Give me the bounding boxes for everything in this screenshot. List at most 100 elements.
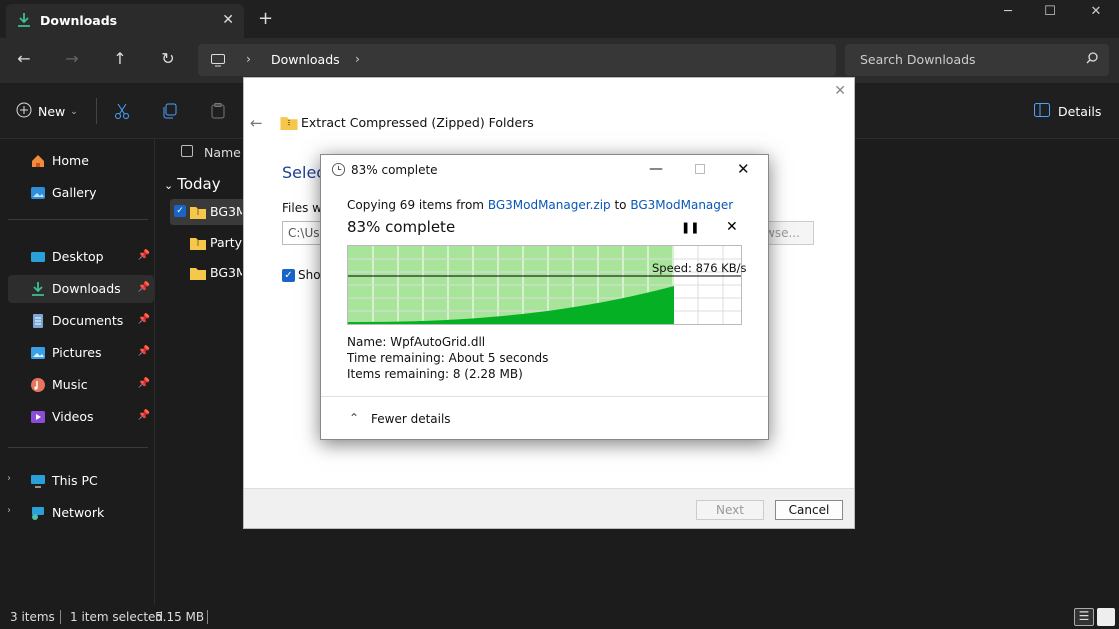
- pin-icon[interactable]: 📌: [138, 346, 150, 357]
- pin-icon[interactable]: 📌: [138, 410, 150, 421]
- pin-icon[interactable]: 📌: [138, 378, 150, 389]
- back-arrow-icon[interactable]: ←: [250, 114, 263, 132]
- chevron-right-icon[interactable]: ›: [7, 473, 11, 484]
- music-icon: [30, 377, 46, 393]
- tab-downloads[interactable]: Downloads ✕: [6, 4, 244, 38]
- pin-icon[interactable]: 📌: [138, 282, 150, 293]
- gallery-icon: [30, 185, 46, 201]
- select-all-checkbox[interactable]: [181, 145, 193, 157]
- documents-icon: [30, 313, 46, 329]
- transfer-speed-graph: [347, 245, 742, 325]
- sidebar-item-label: This PC: [52, 473, 98, 488]
- zip-folder-icon: [280, 115, 298, 133]
- minimize-button[interactable]: —: [649, 161, 663, 177]
- sidebar-item-this-pc[interactable]: › This PC: [7, 467, 154, 495]
- maximize-button[interactable]: [695, 164, 705, 174]
- cancel-copy-button[interactable]: ✕: [726, 219, 738, 235]
- sidebar-item-pictures[interactable]: Pictures 📌: [8, 339, 154, 367]
- cancel-button[interactable]: Cancel: [775, 500, 843, 520]
- status-divider: [207, 610, 208, 624]
- toolbar-divider: [96, 98, 97, 124]
- wizard-title: Extract Compressed (Zipped) Folders: [301, 115, 534, 130]
- sidebar-item-label: Desktop: [52, 249, 104, 264]
- details-view-icon[interactable]: ☰: [1074, 608, 1094, 626]
- show-files-checkbox[interactable]: ✓: [282, 269, 295, 282]
- file-row[interactable]: BG3M: [170, 260, 250, 286]
- zip-folder-icon: [190, 236, 206, 253]
- new-button[interactable]: New ⌄: [16, 102, 78, 121]
- percent-complete: 83% complete: [347, 218, 456, 236]
- sidebar-item-home[interactable]: Home: [8, 147, 154, 175]
- plus-circle-icon: [16, 102, 32, 121]
- address-bar[interactable]: › Downloads ›: [198, 44, 836, 76]
- sidebar-item-music[interactable]: Music 📌: [8, 371, 154, 399]
- up-button[interactable]: ↑: [108, 49, 132, 73]
- time-remaining: Time remaining: About 5 seconds: [347, 351, 549, 365]
- chevron-down-icon: ⌄: [164, 179, 174, 192]
- videos-icon: [30, 409, 46, 425]
- file-name: BG3M: [210, 265, 242, 280]
- download-icon: [30, 281, 46, 297]
- minimize-button[interactable]: ─: [988, 4, 1028, 24]
- close-window-button[interactable]: ✕: [1076, 4, 1116, 24]
- sidebar-item-label: Network: [52, 505, 105, 520]
- group-label: Today: [177, 175, 221, 193]
- sidebar-item-network[interactable]: › Network: [7, 499, 154, 527]
- maximize-button[interactable]: ☐: [1030, 4, 1070, 24]
- clock-icon: [331, 162, 346, 180]
- fewer-details-button[interactable]: Fewer details: [371, 412, 451, 426]
- monitor-icon: [210, 52, 226, 71]
- sidebar-item-documents[interactable]: Documents 📌: [8, 307, 154, 335]
- copy-icon[interactable]: [161, 102, 179, 123]
- files-label: Files wi: [282, 201, 326, 215]
- details-button[interactable]: Details: [1034, 103, 1101, 120]
- sidebar-item-downloads[interactable]: Downloads 📌: [8, 275, 154, 303]
- zip-folder-icon: [190, 205, 206, 222]
- pc-icon: [30, 473, 46, 489]
- file-name: Party L: [210, 235, 242, 250]
- next-button[interactable]: Next: [696, 500, 764, 520]
- chevron-up-icon[interactable]: ⌃: [349, 411, 359, 425]
- group-header-today[interactable]: ⌄ Today: [164, 175, 221, 193]
- chevron-right-icon[interactable]: ›: [355, 51, 360, 66]
- sidebar-item-label: Documents: [52, 313, 124, 328]
- forward-button[interactable]: →: [60, 49, 84, 73]
- close-icon[interactable]: ✕: [834, 83, 846, 99]
- tab-close-icon[interactable]: ✕: [222, 12, 234, 28]
- network-icon: [30, 505, 46, 521]
- sidebar-item-videos[interactable]: Videos 📌: [8, 403, 154, 431]
- pause-button[interactable]: ❚❚: [681, 221, 699, 234]
- chevron-right-icon[interactable]: ›: [7, 505, 11, 516]
- title-bar: Downloads ✕ + ─ ☐ ✕: [0, 0, 1119, 38]
- pictures-icon: [30, 345, 46, 361]
- close-dialog-button[interactable]: ✕: [737, 160, 750, 178]
- home-icon: [30, 153, 46, 169]
- navigation-pane: Home Gallery Desktop 📌 Downloads 📌 Docum…: [0, 139, 155, 605]
- sidebar-item-gallery[interactable]: Gallery: [8, 179, 154, 207]
- chevron-right-icon: ›: [246, 51, 251, 66]
- source-link[interactable]: BG3ModManager.zip: [488, 198, 611, 212]
- file-row[interactable]: Party L: [170, 230, 250, 256]
- column-header-name[interactable]: Name: [204, 145, 241, 160]
- tab-title: Downloads: [40, 13, 118, 28]
- sidebar-item-label: Videos: [52, 409, 94, 424]
- desktop-icon: [30, 249, 46, 265]
- cut-icon[interactable]: [113, 102, 131, 123]
- row-checkbox[interactable]: ✓: [174, 205, 186, 217]
- new-tab-button[interactable]: +: [258, 8, 273, 29]
- back-button[interactable]: ←: [12, 49, 36, 73]
- sidebar-item-desktop[interactable]: Desktop 📌: [8, 243, 154, 271]
- selection-size: 5.15 MB: [155, 610, 205, 624]
- chevron-down-icon: ⌄: [70, 106, 78, 117]
- paste-icon[interactable]: [209, 102, 227, 123]
- status-bar: 3 items 1 item selected 5.15 MB ☰: [0, 605, 1119, 629]
- destination-link[interactable]: BG3ModManager: [630, 198, 733, 212]
- copy-prefix: Copying 69 items from: [347, 198, 488, 212]
- search-input[interactable]: Search Downloads: [845, 44, 1109, 76]
- pin-icon[interactable]: 📌: [138, 250, 150, 261]
- refresh-button[interactable]: ↻: [156, 49, 180, 73]
- pin-icon[interactable]: 📌: [138, 314, 150, 325]
- file-row[interactable]: ✓ BG3M: [170, 199, 250, 225]
- breadcrumb-downloads[interactable]: Downloads: [271, 52, 340, 67]
- tiles-view-icon[interactable]: [1097, 608, 1115, 626]
